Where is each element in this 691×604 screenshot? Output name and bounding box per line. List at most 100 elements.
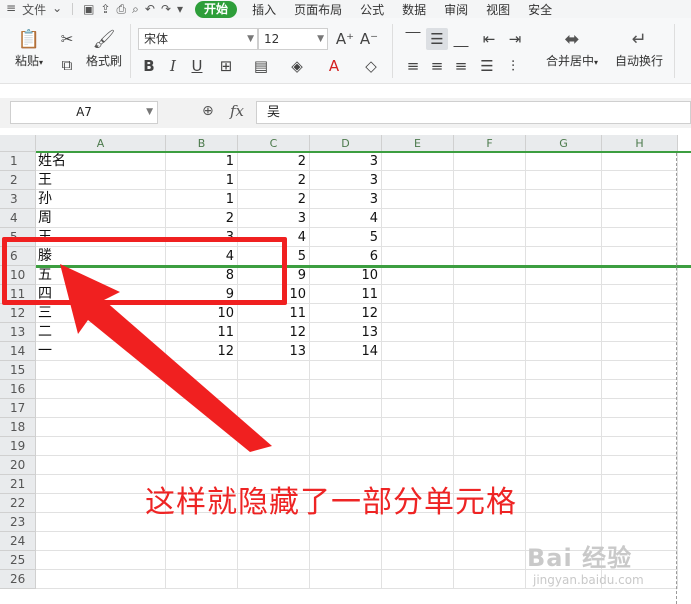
wrap-text-button[interactable]: ↵ 自动换行 [609, 28, 669, 69]
cell[interactable] [454, 399, 526, 418]
cell[interactable] [36, 380, 166, 399]
cell[interactable]: 二 [36, 323, 166, 342]
print-preview-icon[interactable]: ⌕ [132, 2, 139, 17]
cell[interactable]: 三 [36, 304, 166, 323]
cell[interactable] [526, 418, 602, 437]
cell[interactable] [382, 551, 454, 570]
cell[interactable] [166, 437, 238, 456]
cell[interactable] [454, 532, 526, 551]
cell[interactable] [602, 152, 678, 171]
cell[interactable]: 6 [310, 247, 382, 266]
paste-button[interactable]: 📋 粘贴▾ [12, 28, 46, 69]
row-header[interactable]: 17 [0, 399, 36, 418]
cell[interactable] [526, 475, 602, 494]
decrease-font-icon[interactable]: A⁻ [358, 28, 380, 50]
cell[interactable] [526, 361, 602, 380]
cell[interactable]: 王 [36, 171, 166, 190]
format-painter-button[interactable]: 🖌 格式刷 [83, 28, 125, 69]
cell[interactable] [310, 570, 382, 589]
increase-indent-icon[interactable]: ⇥ [504, 28, 526, 50]
cell[interactable] [454, 380, 526, 399]
cell[interactable]: 孙 [36, 190, 166, 209]
cell[interactable]: 3 [310, 171, 382, 190]
cell[interactable] [36, 399, 166, 418]
cell[interactable] [238, 570, 310, 589]
column-header[interactable]: G [526, 135, 602, 152]
cell[interactable]: 1 [166, 190, 238, 209]
cell[interactable] [238, 551, 310, 570]
cell[interactable] [454, 266, 526, 285]
cell[interactable] [382, 456, 454, 475]
row-header[interactable]: 2 [0, 171, 36, 190]
row-header[interactable]: 1 [0, 152, 36, 171]
cell[interactable] [454, 171, 526, 190]
cell[interactable] [526, 228, 602, 247]
cell[interactable] [602, 456, 678, 475]
cell[interactable] [36, 532, 166, 551]
cell[interactable]: 13 [238, 342, 310, 361]
cell[interactable] [602, 399, 678, 418]
cell[interactable] [310, 380, 382, 399]
align-middle-icon[interactable]: ☰ [426, 28, 448, 50]
cell[interactable] [454, 304, 526, 323]
file-menu[interactable]: 文件 [22, 1, 46, 18]
tab-home[interactable]: 开始 [195, 0, 238, 18]
cell[interactable] [602, 437, 678, 456]
redo-icon[interactable]: ↷ [161, 2, 171, 17]
tab-security[interactable]: 安全 [519, 1, 561, 18]
row-header[interactable]: 12 [0, 304, 36, 323]
font-name-select[interactable]: 宋体 ▼ [138, 28, 258, 50]
tab-insert[interactable]: 插入 [243, 1, 285, 18]
cell[interactable] [166, 532, 238, 551]
cell[interactable]: 12 [238, 323, 310, 342]
column-header[interactable]: D [310, 135, 382, 152]
cell[interactable] [238, 380, 310, 399]
cell[interactable] [382, 323, 454, 342]
cell[interactable]: 3 [310, 152, 382, 171]
clear-icon[interactable]: ◇ [360, 55, 382, 77]
column-header[interactable]: E [382, 135, 454, 152]
tab-data[interactable]: 数据 [393, 1, 435, 18]
cell[interactable] [166, 418, 238, 437]
row-header[interactable]: 16 [0, 380, 36, 399]
cell[interactable] [526, 513, 602, 532]
cell[interactable]: 4 [310, 209, 382, 228]
chevron-down-icon[interactable]: ⌄ [52, 1, 62, 18]
cell[interactable] [238, 418, 310, 437]
cell[interactable] [382, 247, 454, 266]
cell[interactable]: 姓名 [36, 152, 166, 171]
cell[interactable] [526, 323, 602, 342]
row-header[interactable]: 19 [0, 437, 36, 456]
cell[interactable] [166, 361, 238, 380]
cell[interactable] [310, 532, 382, 551]
fill-pattern-icon[interactable]: ▤ [250, 55, 272, 77]
cell[interactable]: 3 [238, 209, 310, 228]
cell[interactable] [526, 437, 602, 456]
cut-icon[interactable]: ✂ [56, 28, 78, 50]
cell[interactable] [526, 285, 602, 304]
cell[interactable] [310, 399, 382, 418]
cell[interactable] [238, 456, 310, 475]
cell[interactable] [526, 304, 602, 323]
cell[interactable]: 1 [166, 152, 238, 171]
cell[interactable] [602, 247, 678, 266]
cell[interactable]: 5 [310, 228, 382, 247]
column-header[interactable]: F [454, 135, 526, 152]
cell[interactable] [382, 285, 454, 304]
column-header[interactable]: B [166, 135, 238, 152]
cell[interactable]: 2 [238, 152, 310, 171]
align-top-icon[interactable]: ⎺ [402, 28, 424, 50]
export-icon[interactable]: ⇪ [100, 2, 110, 17]
cell[interactable] [310, 418, 382, 437]
tab-page-layout[interactable]: 页面布局 [285, 1, 351, 18]
row-header[interactable]: 18 [0, 418, 36, 437]
cell[interactable] [166, 456, 238, 475]
cell[interactable]: 13 [310, 323, 382, 342]
cell[interactable] [602, 190, 678, 209]
cell[interactable]: 10 [310, 266, 382, 285]
cell[interactable] [382, 304, 454, 323]
cell[interactable] [454, 342, 526, 361]
cell[interactable] [454, 418, 526, 437]
cell[interactable] [602, 494, 678, 513]
cell[interactable]: 14 [310, 342, 382, 361]
